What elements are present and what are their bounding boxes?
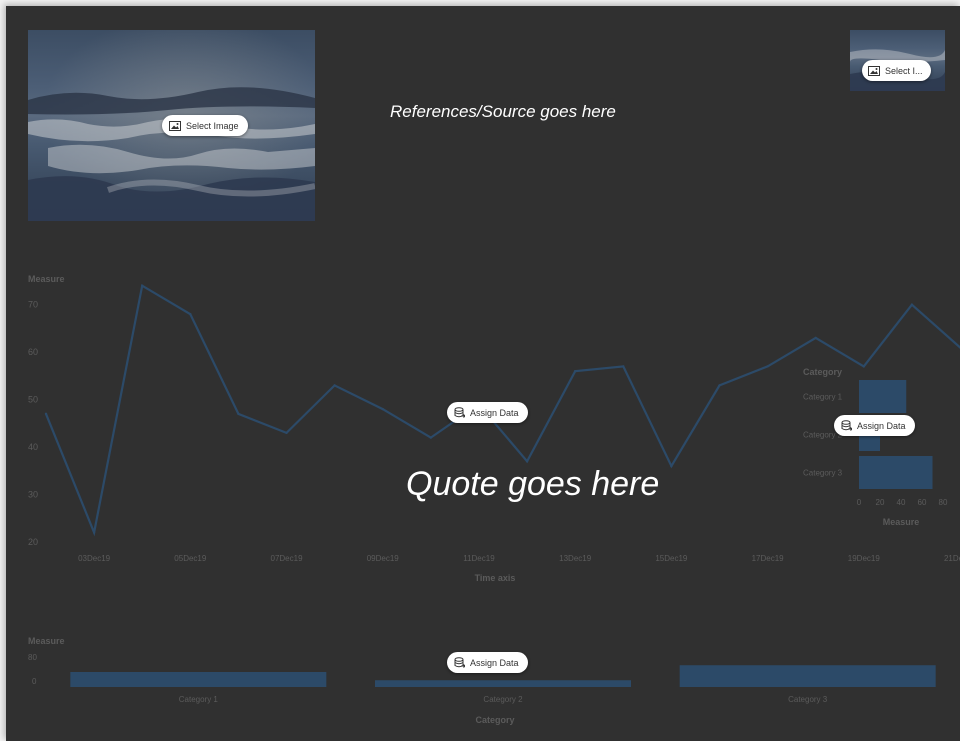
y-tick-label: 30 bbox=[28, 490, 38, 500]
data-point bbox=[141, 284, 144, 287]
assign-data-label: Assign Data bbox=[470, 407, 519, 418]
x-axis-title: Measure bbox=[883, 517, 920, 526]
data-point bbox=[429, 436, 433, 439]
category-label: Category 1 bbox=[803, 393, 843, 402]
data-point bbox=[525, 460, 529, 463]
database-assign-icon bbox=[454, 657, 465, 668]
assign-data-button[interactable]: Assign Data bbox=[834, 415, 915, 436]
horizontal-bar-chart[interactable]: CategoryCategory 1Category 2Category 30 2… bbox=[796, 356, 960, 526]
x-tick-label: 09Dec19 bbox=[367, 554, 400, 563]
y-tick-label: 60 bbox=[28, 347, 38, 357]
data-point bbox=[670, 464, 673, 468]
y-tick-label: 80 bbox=[28, 653, 37, 662]
x-tick-label: 05Dec19 bbox=[174, 554, 207, 563]
assign-data-button[interactable]: Assign Data bbox=[447, 652, 528, 673]
y-axis-title: Measure bbox=[28, 636, 65, 646]
data-point bbox=[381, 407, 384, 411]
image-placeholder-small[interactable]: Select I... bbox=[850, 30, 945, 91]
x-tick-label: 19Dec19 bbox=[848, 554, 881, 563]
quote-text[interactable]: Quote goes here bbox=[406, 465, 659, 504]
bar bbox=[859, 456, 933, 489]
bar bbox=[375, 680, 631, 687]
data-point bbox=[814, 336, 817, 340]
data-point bbox=[92, 531, 96, 534]
x-tick-label: 11Dec19 bbox=[463, 554, 495, 563]
data-point bbox=[333, 384, 336, 387]
report-canvas: Select Image Select I... References/Sour… bbox=[6, 6, 960, 741]
x-tick-label: 13Dec19 bbox=[559, 554, 592, 563]
database-assign-icon bbox=[454, 407, 465, 418]
legend-title: Category bbox=[803, 367, 842, 377]
category-label: Category 2 bbox=[483, 695, 523, 704]
y-tick-label: 20 bbox=[28, 537, 38, 547]
x-tick-label: 21Dec19 bbox=[944, 554, 960, 563]
data-point bbox=[237, 412, 240, 416]
x-tick-label: 17Dec19 bbox=[752, 554, 785, 563]
assign-data-label: Assign Data bbox=[857, 420, 906, 431]
data-point bbox=[766, 365, 769, 368]
data-point bbox=[44, 412, 48, 416]
data-point bbox=[189, 313, 192, 316]
select-image-button-small[interactable]: Select I... bbox=[862, 60, 931, 81]
x-tick-label: 60 bbox=[918, 498, 927, 507]
select-image-button[interactable]: Select Image bbox=[162, 115, 248, 136]
category-label: Category 3 bbox=[803, 469, 843, 478]
image-placeholder-large[interactable]: Select Image bbox=[28, 30, 315, 221]
x-tick-label: 07Dec19 bbox=[271, 554, 304, 563]
y-tick-label: 70 bbox=[28, 300, 38, 310]
y-tick-label: 40 bbox=[28, 442, 38, 452]
database-assign-icon bbox=[841, 420, 852, 431]
x-tick-label: 03Dec19 bbox=[78, 554, 111, 563]
assign-data-button[interactable]: Assign Data bbox=[447, 402, 528, 423]
y-tick-label: 50 bbox=[28, 395, 38, 405]
x-axis-title: Time axis bbox=[475, 573, 516, 583]
x-axis-title: Category bbox=[475, 715, 514, 725]
x-tick-label: 40 bbox=[897, 498, 906, 507]
select-image-label: Select I... bbox=[885, 65, 923, 76]
data-point bbox=[910, 303, 914, 306]
x-tick-label: 15Dec19 bbox=[655, 554, 688, 563]
image-icon bbox=[868, 65, 880, 76]
category-label: Category 1 bbox=[179, 695, 219, 704]
references-text[interactable]: References/Source goes here bbox=[390, 102, 616, 122]
image-icon bbox=[169, 120, 181, 131]
x-tick-label: 80 bbox=[939, 498, 948, 507]
data-point bbox=[622, 365, 625, 368]
bar bbox=[859, 380, 907, 413]
data-point bbox=[573, 369, 577, 373]
y-axis-title: Measure bbox=[28, 274, 65, 284]
category-label: Category 3 bbox=[788, 695, 828, 704]
x-tick-label: 0 bbox=[857, 498, 862, 507]
x-tick-label: 20 bbox=[876, 498, 885, 507]
assign-data-label: Assign Data bbox=[470, 657, 519, 668]
bar-chart[interactable]: Measure 80 0 Category 1 Category 2 Category 3… bbox=[6, 628, 960, 738]
select-image-label: Select Image bbox=[186, 120, 239, 131]
data-point bbox=[285, 431, 288, 435]
bar bbox=[70, 672, 327, 687]
data-point bbox=[718, 384, 721, 387]
y-tick-label: 0 bbox=[32, 677, 37, 686]
bar bbox=[679, 665, 936, 687]
